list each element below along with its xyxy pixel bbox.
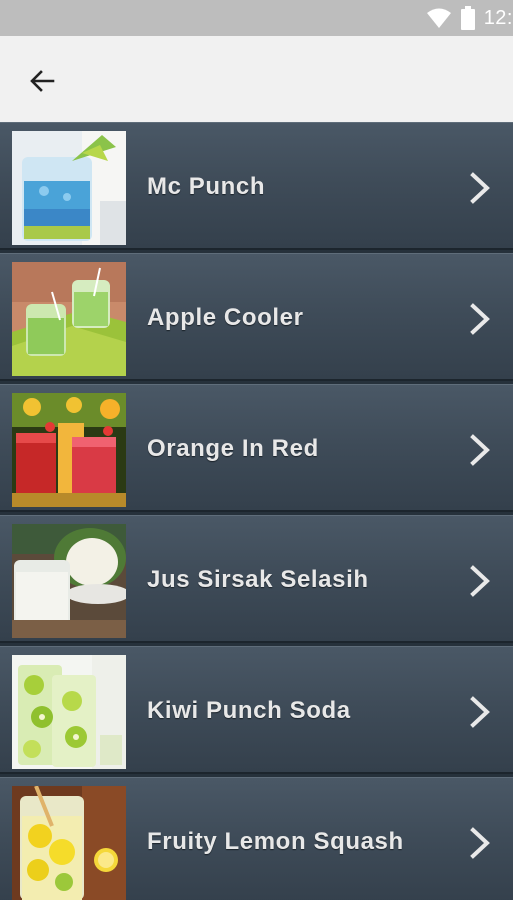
list-item[interactable]: Mc Punch <box>0 122 513 250</box>
list-item-label: Apple Cooler <box>147 304 304 331</box>
battery-icon <box>460 6 475 30</box>
chevron-right-icon <box>470 172 490 204</box>
status-bar: 12: <box>0 0 513 36</box>
chevron-right-icon <box>470 434 490 466</box>
list-item[interactable]: Fruity Lemon Squash <box>0 777 513 900</box>
arrow-left-icon <box>30 70 55 92</box>
chevron-right-icon <box>470 303 490 335</box>
chevron-right-icon <box>470 827 490 859</box>
list-item[interactable]: Jus Sirsak Selasih <box>0 515 513 643</box>
list-item-label: Mc Punch <box>147 173 266 200</box>
list-item[interactable]: Apple Cooler <box>0 253 513 381</box>
kiwi-soda-photo <box>12 655 126 769</box>
chevron-right-icon <box>470 565 490 597</box>
back-button[interactable] <box>20 59 64 103</box>
list-item-label: Jus Sirsak Selasih <box>147 566 369 593</box>
status-icons: 12: <box>426 0 513 36</box>
list-item-label: Orange In Red <box>147 435 319 462</box>
list-item[interactable]: Kiwi Punch Soda <box>0 646 513 774</box>
list-item-label: Kiwi Punch Soda <box>147 697 351 724</box>
list-item-label: Fruity Lemon Squash <box>147 828 404 855</box>
lemon-squash-photo <box>12 786 126 900</box>
list-item[interactable]: Orange In Red <box>0 384 513 512</box>
drink-list: Mc Punch Apple Cooler Orange In Red Jus … <box>0 122 513 900</box>
blue-punch-drink-photo <box>12 131 126 245</box>
green-apple-drink-photo <box>12 262 126 376</box>
chevron-right-icon <box>470 696 490 728</box>
red-orange-drinks-photo <box>12 393 126 507</box>
wifi-icon <box>426 8 451 28</box>
status-time: 12: <box>483 6 513 29</box>
soursop-juice-photo <box>12 524 126 638</box>
app-bar <box>0 36 513 122</box>
